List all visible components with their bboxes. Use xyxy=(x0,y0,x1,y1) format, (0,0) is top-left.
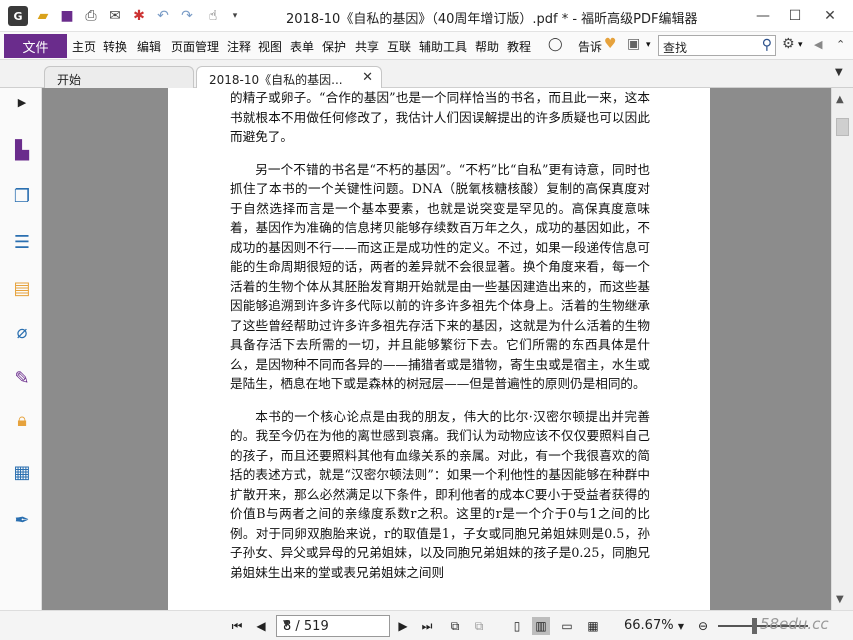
new-icon[interactable]: ✱ xyxy=(130,7,148,25)
file-menu-button[interactable]: 文件 xyxy=(4,34,67,58)
save-icon[interactable]: ■ xyxy=(58,7,76,25)
pdf-page[interactable]: 的精子或卵子。“合作的基因”也是一个同样恰当的书名，而且此一来，这本书就根本不用… xyxy=(168,88,710,610)
bookmark-icon[interactable]: ▙ xyxy=(10,138,34,162)
search-placeholder: 查找 xyxy=(663,41,688,55)
hand-tool-icon[interactable]: ☝ xyxy=(204,7,222,25)
settings-icon[interactable]: ⚙ xyxy=(782,36,795,52)
zoom-dropdown-icon[interactable]: ▼ xyxy=(672,617,690,635)
undo-icon[interactable]: ↶ xyxy=(154,7,172,25)
single-page-icon[interactable]: ▯ xyxy=(508,617,526,635)
layers-icon[interactable]: ☰ xyxy=(10,230,34,254)
security-lock-icon[interactable]: 🔒︎ xyxy=(10,408,34,432)
paragraph: 本书的一个核心论点是由我的朋友，伟大的比尔·汉密尔顿提出并完善的。我至今仍在为他… xyxy=(230,408,650,580)
tab-start-label: 开始 xyxy=(57,73,82,87)
previous-page-icon[interactable]: ◀ xyxy=(252,617,270,635)
page-dropdown-icon[interactable]: ▼ xyxy=(283,619,385,629)
tab-list-dropdown-icon[interactable]: ▼ xyxy=(835,67,843,78)
watermark: 58edu.cc xyxy=(760,615,829,633)
menu-comment[interactable]: 注释 xyxy=(227,38,251,55)
menu-accessibility[interactable]: 辅助工具 xyxy=(419,38,467,55)
attachment-icon[interactable]: ⌀ xyxy=(10,320,34,344)
menu-view[interactable]: 视图 xyxy=(258,38,282,55)
redo-icon[interactable]: ↷ xyxy=(178,7,196,25)
continuous-page-icon[interactable]: ▥ xyxy=(532,617,550,635)
maximize-button[interactable]: ☐ xyxy=(780,4,810,28)
print-icon[interactable]: ⎙ xyxy=(82,7,100,25)
left-sidebar: ▶ ▙ ❐ ☰ ▤ ⌀ ✎ 🔒︎ ▦ ✒ xyxy=(0,88,42,610)
document-viewer[interactable]: 的精子或卵子。“合作的基因”也是一个同样恰当的书名，而且此一来，这本书就根本不用… xyxy=(42,88,831,610)
first-page-icon[interactable]: ⏮ xyxy=(228,617,246,635)
scroll-up-icon[interactable]: ▲ xyxy=(836,94,844,105)
zoom-level[interactable]: 66.67% xyxy=(624,618,674,633)
minimize-button[interactable]: — xyxy=(748,4,778,28)
paragraph: 的精子或卵子。“合作的基因”也是一个同样恰当的书名，而且此一来，这本书就根本不用… xyxy=(230,90,650,144)
scroll-down-icon[interactable]: ▼ xyxy=(836,594,844,605)
menu-page-management[interactable]: 页面管理 xyxy=(171,38,219,55)
app-logo-icon[interactable]: G xyxy=(8,6,28,26)
paragraph: 另一个不错的书名是“不朽的基因”。“不朽”比“自私”更有诗意，同时也抓住了本书的… xyxy=(230,161,650,392)
status-bar: ⏮ ◀ 8 / 519 ▼ ▶ ⏭ ⧉ ⧉ ▯ ▥ ▭ ▦ 66.67% ▼ ⊖… xyxy=(0,610,853,640)
signature-icon[interactable]: ✎ xyxy=(10,366,34,390)
search-input[interactable]: 查找 ⚲ xyxy=(658,35,776,56)
tell-me-label[interactable]: 告诉 xyxy=(578,38,602,55)
two-page-icon[interactable]: ▭ xyxy=(558,617,576,635)
next-view-icon[interactable]: ⧉ xyxy=(470,617,488,635)
zoom-slider-thumb[interactable] xyxy=(752,618,757,634)
title-bar: G ▰ ■ ⎙ ✉ ✱ ↶ ↷ ☝ ▾ 2018-10《自私的基因》（40周年增… xyxy=(0,0,853,32)
ribbon-left-icon[interactable]: ◀ xyxy=(814,38,822,51)
comment-dropdown-icon[interactable]: ▾ xyxy=(646,40,651,50)
menu-share[interactable]: 共享 xyxy=(355,38,379,55)
document-tabs: 开始 2018-10《自私的基因... ✕ ▼ xyxy=(0,60,853,89)
menu-home[interactable]: 主页 xyxy=(72,38,96,55)
menu-bar: 文件 主页 转换 编辑 页面管理 注释 视图 表单 保护 共享 互联 辅助工具 … xyxy=(0,32,853,60)
close-window-button[interactable]: ✕ xyxy=(815,4,845,28)
menu-help[interactable]: 帮助 xyxy=(475,38,499,55)
tab-document-label: 2018-10《自私的基因... xyxy=(209,73,343,87)
ribbon-collapse-icon[interactable]: ⌃ xyxy=(836,38,845,51)
scroll-thumb[interactable] xyxy=(836,118,849,136)
menu-protect[interactable]: 保护 xyxy=(322,38,346,55)
quick-access-dropdown-icon[interactable]: ▾ xyxy=(226,7,244,25)
zoom-out-icon[interactable]: ⊖ xyxy=(694,617,712,635)
menu-form[interactable]: 表单 xyxy=(290,38,314,55)
form-fields-icon[interactable]: ▦ xyxy=(10,460,34,484)
comments-icon[interactable]: ▤ xyxy=(10,276,34,300)
menu-connect[interactable]: 互联 xyxy=(387,38,411,55)
vertical-scrollbar[interactable]: ▲ ▼ xyxy=(831,88,853,610)
tab-document[interactable]: 2018-10《自私的基因... ✕ xyxy=(196,66,382,89)
tab-close-icon[interactable]: ✕ xyxy=(362,70,373,85)
window-title: 2018-10《自私的基因》（40周年增订版）.pdf * - 福昕高级PDF编… xyxy=(286,12,698,27)
tab-start[interactable]: 开始 xyxy=(44,66,194,89)
search-icon[interactable]: ⚲ xyxy=(762,37,772,53)
email-icon[interactable]: ✉ xyxy=(106,7,124,25)
previous-view-icon[interactable]: ⧉ xyxy=(446,617,464,635)
menu-convert[interactable]: 转换 xyxy=(103,38,127,55)
folder-open-icon[interactable]: ▰ xyxy=(34,7,52,25)
expand-panel-icon[interactable]: ▶ xyxy=(10,90,34,114)
last-page-icon[interactable]: ⏭ xyxy=(418,617,436,635)
comment-icon[interactable]: ▣ xyxy=(627,36,640,52)
menu-edit[interactable]: 编辑 xyxy=(137,38,161,55)
page-thumbnails-icon[interactable]: ❐ xyxy=(10,184,34,208)
menu-tutorial[interactable]: 教程 xyxy=(507,38,531,55)
certificate-icon[interactable]: ✒ xyxy=(10,508,34,532)
heart-icon[interactable]: ♥ xyxy=(604,36,617,52)
next-page-icon[interactable]: ▶ xyxy=(394,617,412,635)
page-text: 的精子或卵子。“合作的基因”也是一个同样恰当的书名，而且此一来，这本书就根本不用… xyxy=(230,88,650,582)
settings-dropdown-icon[interactable]: ▾ xyxy=(798,40,803,50)
lightbulb-icon[interactable]: ◯ xyxy=(548,37,563,52)
page-number-input[interactable]: 8 / 519 ▼ xyxy=(276,615,390,637)
two-page-continuous-icon[interactable]: ▦ xyxy=(584,617,602,635)
